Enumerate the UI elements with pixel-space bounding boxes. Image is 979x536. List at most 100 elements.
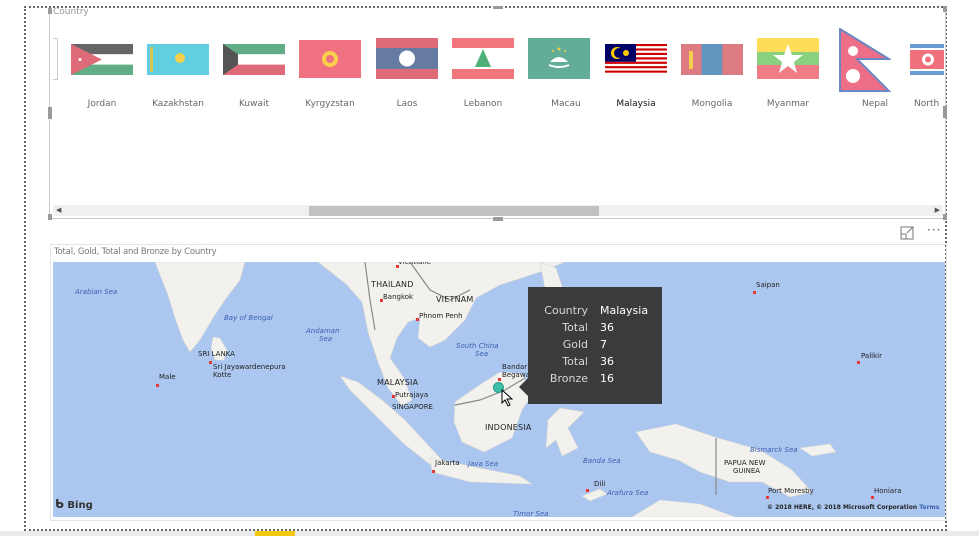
tooltip-value: Malaysia [600, 304, 649, 317]
map-label-kotte: Kotte [213, 371, 232, 379]
city-marker [766, 496, 769, 499]
tooltip-key: Total [562, 355, 588, 368]
kazakhstan-flag-icon[interactable] [147, 44, 209, 75]
map-label-andaman-sea-1: Andaman [306, 327, 340, 335]
map-label-png-1: PAPUA NEW [724, 459, 766, 467]
tooltip-row: Country Malaysia [528, 304, 662, 321]
tooltip-row: Bronze 16 [528, 372, 662, 389]
scrollbar-thumb[interactable] [309, 206, 599, 216]
kuwait-flag-icon[interactable] [223, 44, 285, 75]
city-marker [753, 291, 756, 294]
active-page-tab[interactable] [255, 531, 295, 536]
tooltip-row: Total 36 [528, 321, 662, 338]
map-label-south-china-sea-1: South China [456, 342, 499, 350]
resize-handle[interactable] [48, 8, 52, 14]
tooltip-row: Gold 7 [528, 338, 662, 355]
map-label-arabian-sea: Arabian Sea [75, 288, 118, 296]
map-label-jakarta: Jakarta [435, 459, 460, 467]
city-marker [396, 265, 399, 268]
tooltip-value: 36 [600, 321, 614, 334]
city-marker [392, 395, 395, 398]
map-label-dili: Dili [594, 480, 606, 488]
focus-mode-icon[interactable] [900, 226, 914, 243]
city-marker [416, 318, 419, 321]
laos-flag-icon[interactable] [376, 38, 438, 79]
bing-logo: ᑲ Bing [55, 497, 93, 511]
city-marker [209, 361, 212, 364]
land-india [154, 262, 246, 353]
map-label-png-2: GUINEA [733, 467, 761, 475]
map-label-male: Male [159, 373, 176, 381]
tooltip-pointer [519, 378, 528, 396]
resize-handle[interactable] [943, 6, 947, 12]
land-new-britain [799, 443, 837, 457]
resize-handle[interactable] [48, 107, 52, 119]
resize-handle[interactable] [48, 214, 52, 220]
map-title: Total, Gold, Total and Bronze by Country [54, 247, 217, 257]
jordan-flag-icon[interactable] [71, 44, 133, 75]
myanmar-flag-icon[interactable] [757, 38, 819, 79]
land-australia [631, 499, 736, 517]
nepal-flag-icon[interactable] [839, 28, 891, 92]
tooltip-row: Total 36 [528, 355, 662, 372]
city-marker [380, 299, 383, 302]
scroll-left-arrow-icon[interactable]: ◀ [56, 205, 61, 216]
land-sulawesi [545, 407, 585, 457]
resize-handle[interactable] [493, 6, 503, 9]
map-label-singapore: SINGAPORE [392, 403, 433, 411]
mongolia-flag-icon[interactable] [681, 44, 743, 75]
terms-link[interactable]: Terms [919, 504, 939, 511]
map-tooltip: Country Malaysia Total 36 Gold 7 Total 36 Bronze… [528, 287, 662, 404]
map-label-honiara: Honiara [874, 487, 902, 495]
map-label-java-sea: Java Sea [468, 460, 499, 468]
mouse-cursor-icon [501, 389, 513, 407]
tooltip-key: Country [544, 304, 588, 317]
city-marker [432, 470, 435, 473]
map-label-indonesia: INDONESIA [485, 423, 532, 432]
resize-handle[interactable] [493, 217, 503, 221]
tooltip-key: Gold [562, 338, 588, 351]
map-label-palikir: Palikir [861, 352, 882, 360]
macau-flag-icon[interactable] [528, 38, 590, 79]
slicer-item-north[interactable]: North [914, 99, 944, 109]
map-label-bay-of-bengal: Bay of Bengal [224, 314, 273, 322]
tooltip-value: 7 [600, 338, 607, 351]
slicer-item-nepal[interactable]: Nepal [830, 99, 920, 109]
bing-label: Bing [67, 500, 93, 511]
city-marker [586, 489, 589, 492]
malaysia-flag-icon[interactable] [605, 44, 667, 75]
map-label-phnom-penh: Phnom Penh [419, 312, 463, 320]
north-korea-flag-icon[interactable] [910, 44, 944, 75]
kyrgyzstan-flag-icon[interactable] [299, 40, 361, 78]
tooltip-key: Total [562, 321, 588, 334]
map-label-timor-sea: Timor Sea [513, 510, 549, 518]
copyright-text: © 2018 HERE, © 2018 Microsoft Corporatio… [767, 504, 918, 511]
map-label-banda-sea: Banda Sea [583, 457, 621, 465]
city-marker [498, 378, 501, 381]
slicer-item-myanmar[interactable]: Myanmar [743, 99, 833, 109]
map-label-malaysia: MALAYSIA [377, 378, 419, 387]
map-label-south-china-sea-2: Sea [475, 350, 489, 358]
lebanon-flag-icon[interactable] [452, 38, 514, 79]
horizontal-scrollbar[interactable]: ◀ ▶ [53, 205, 943, 216]
city-marker [857, 361, 860, 364]
map-label-port-moresby: Port Moresby [768, 487, 814, 495]
city-marker [156, 384, 159, 387]
map-label-sri-lanka: SRI LANKA [198, 350, 235, 358]
scroll-right-arrow-icon[interactable]: ▶ [935, 205, 940, 216]
map-label-putrajaya: Putrajaya [395, 391, 429, 399]
map-label-arafura-sea: Arafura Sea [607, 489, 649, 497]
map-label-vietnam: VIETNAM [436, 295, 474, 304]
map-label-sri-jaya: Sri Jayawardenepura [213, 363, 286, 371]
page-tabs-bar [0, 531, 979, 536]
resize-handle[interactable] [943, 214, 947, 220]
tooltip-key: Bronze [549, 372, 588, 385]
more-options-button[interactable]: ··· [927, 223, 941, 237]
map-label-bismarck-sea: Bismarck Sea [750, 446, 798, 454]
city-marker [871, 496, 874, 499]
map-copyright: © 2018 HERE, © 2018 Microsoft Corporatio… [767, 504, 939, 511]
tooltip-value: 36 [600, 355, 614, 368]
map-label-thailand: THAILAND [371, 280, 414, 289]
slicer-item-lebanon[interactable]: Lebanon [438, 99, 528, 109]
slicer-title: Country [53, 7, 89, 17]
